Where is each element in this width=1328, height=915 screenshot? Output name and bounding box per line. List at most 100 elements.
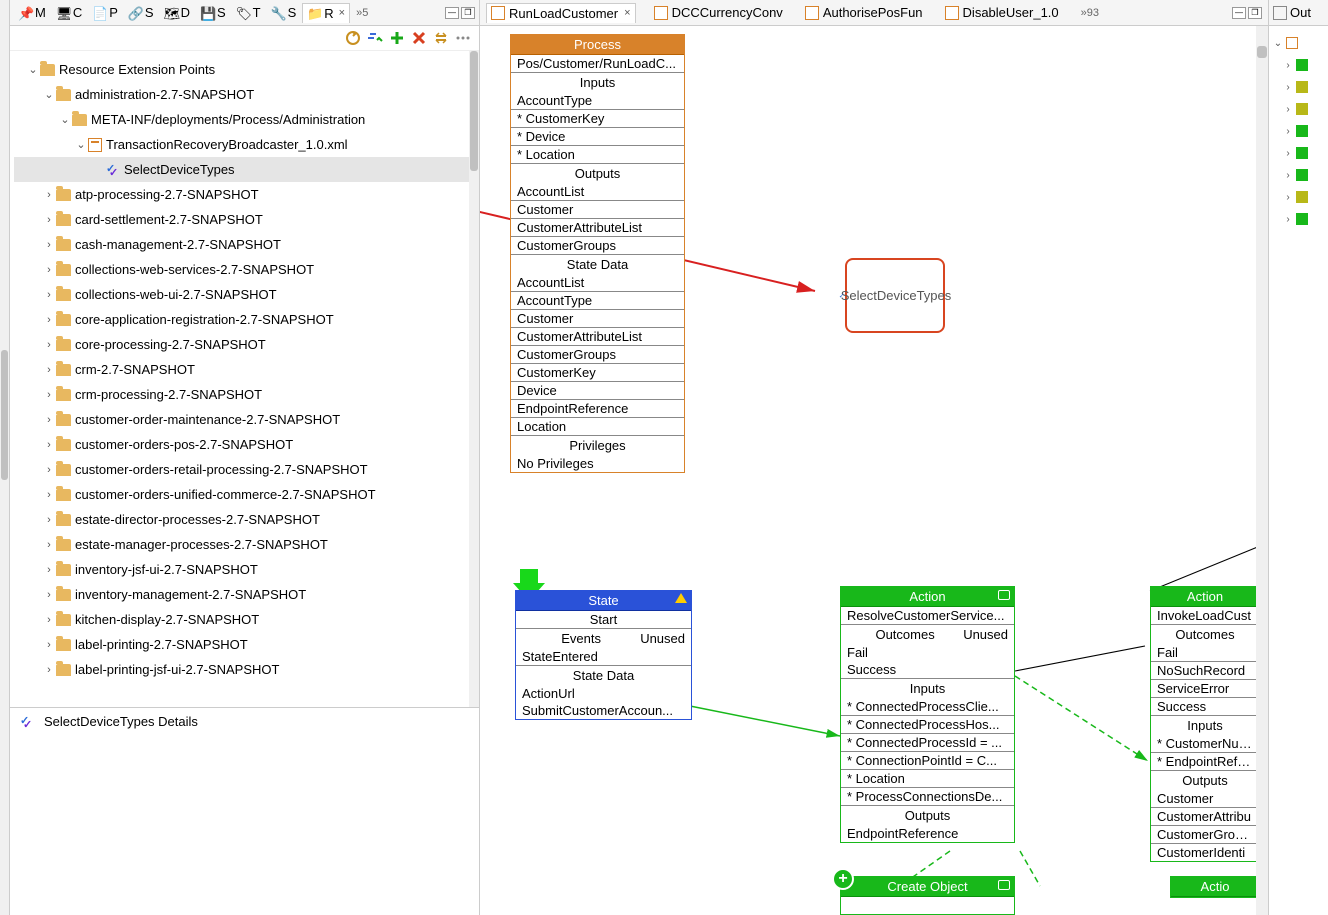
tab-overflow[interactable]: »5 [352, 7, 368, 19]
tree-admin[interactable]: ⌄administration-2.7-SNAPSHOT [14, 82, 475, 107]
minimize-button[interactable]: — [1232, 7, 1246, 19]
action-node-partial[interactable]: Actio [1170, 876, 1260, 898]
outline-item[interactable]: › [1273, 76, 1324, 98]
action-node-invoke[interactable]: Action InvokeLoadCust Outcomes FailNoSuc… [1150, 586, 1260, 862]
tree-folder[interactable]: ›crm-2.7-SNAPSHOT [14, 357, 475, 382]
tab-d[interactable]: 🗺D [160, 3, 194, 22]
action-node-resolve[interactable]: Action ResolveCustomerService... Outcome… [840, 586, 1015, 843]
tree-folder[interactable]: ›core-processing-2.7-SNAPSHOT [14, 332, 475, 357]
outline-item[interactable]: › [1273, 98, 1324, 120]
expander-icon[interactable]: › [42, 189, 56, 201]
tab-close[interactable]: × [339, 7, 345, 19]
editor-tab-dcccurrency[interactable]: DCCCurrencyConv [650, 3, 787, 22]
expander-icon[interactable]: › [42, 539, 56, 551]
tab-c[interactable]: 🖥C [52, 3, 86, 22]
tab-t[interactable]: 🏷T [232, 3, 265, 22]
tree-folder[interactable]: ›label-printing-2.7-SNAPSHOT [14, 632, 475, 657]
expander-icon[interactable]: › [42, 264, 56, 276]
tab-s1[interactable]: 🔗S [124, 3, 158, 22]
outline-tree[interactable]: ⌄ › › › › › › › › [1269, 26, 1328, 236]
tree-folder[interactable]: ›customer-orders-retail-processing-2.7-S… [14, 457, 475, 482]
tree-folder[interactable]: ›atp-processing-2.7-SNAPSHOT [14, 182, 475, 207]
tree-folder[interactable]: ›card-settlement-2.7-SNAPSHOT [14, 207, 475, 232]
tree-folder[interactable]: ›inventory-management-2.7-SNAPSHOT [14, 582, 475, 607]
expander-icon[interactable]: ⌄ [74, 138, 88, 151]
tree-root[interactable]: ⌄Resource Extension Points [14, 57, 475, 82]
tree-folder[interactable]: ›label-printing-jsf-ui-2.7-SNAPSHOT [14, 657, 475, 682]
minimize-button[interactable]: — [445, 7, 459, 19]
tree-meta[interactable]: ⌄META-INF/deployments/Process/Administra… [14, 107, 475, 132]
tree-folder[interactable]: ›estate-director-processes-2.7-SNAPSHOT [14, 507, 475, 532]
outline-item[interactable]: › [1273, 120, 1324, 142]
outline-item[interactable]: › [1273, 186, 1324, 208]
resource-tree[interactable]: ⌄Resource Extension Points ⌄administrati… [10, 51, 479, 707]
expander-icon[interactable]: › [42, 339, 56, 351]
outline-item[interactable]: ⌄ [1273, 32, 1324, 54]
tree-folder[interactable]: ›core-application-registration-2.7-SNAPS… [14, 307, 475, 332]
outline-item[interactable]: › [1273, 142, 1324, 164]
tab-s3[interactable]: 🔧S [267, 3, 301, 22]
expander-icon[interactable]: ⌄ [26, 63, 40, 76]
expander-icon[interactable]: ⌄ [58, 113, 72, 126]
tree-folder[interactable]: ›crm-processing-2.7-SNAPSHOT [14, 382, 475, 407]
drop-target[interactable]: SelectDeviceTypes [845, 258, 945, 333]
expander-icon[interactable]: › [42, 589, 56, 601]
editor-tab-overflow[interactable]: »93 [1077, 7, 1099, 19]
collapse-icon[interactable] [433, 30, 449, 46]
expander-icon[interactable]: › [42, 614, 56, 626]
expander-icon[interactable]: › [42, 389, 56, 401]
expander-icon[interactable]: › [42, 289, 56, 301]
tab-close[interactable]: × [624, 7, 630, 19]
editor-tab-disableuser[interactable]: DisableUser_1.0 [941, 3, 1063, 22]
expander-icon[interactable]: › [42, 364, 56, 376]
outline-tab[interactable]: Out [1269, 0, 1328, 26]
tree-folder[interactable]: ›cash-management-2.7-SNAPSHOT [14, 232, 475, 257]
expander-icon[interactable]: › [42, 314, 56, 326]
expander-icon[interactable]: › [42, 639, 56, 651]
scrollbar-thumb[interactable] [470, 51, 478, 171]
expander-icon[interactable]: › [42, 489, 56, 501]
restore-button[interactable]: ❐ [461, 7, 475, 19]
expander-icon[interactable]: › [42, 564, 56, 576]
tree-scrollbar[interactable] [469, 51, 479, 707]
expander-icon[interactable]: › [42, 414, 56, 426]
process-diagram[interactable]: Process Pos/Customer/RunLoadC... Inputs … [480, 26, 1268, 915]
outline-item[interactable]: › [1273, 164, 1324, 186]
tree-folder[interactable]: ›estate-manager-processes-2.7-SNAPSHOT [14, 532, 475, 557]
tab-r-active[interactable]: 📁R× [302, 3, 350, 23]
tree-xml[interactable]: ⌄TransactionRecoveryBroadcaster_1.0.xml [14, 132, 475, 157]
create-object-node[interactable]: Create Object [840, 876, 1015, 915]
filter-icon[interactable] [367, 30, 383, 46]
tree-folder[interactable]: ›inventory-jsf-ui-2.7-SNAPSHOT [14, 557, 475, 582]
tree-folder[interactable]: ›kitchen-display-2.7-SNAPSHOT [14, 607, 475, 632]
expander-icon[interactable]: › [42, 664, 56, 676]
scrollbar-thumb[interactable] [1, 350, 8, 480]
tree-folder[interactable]: ›customer-order-maintenance-2.7-SNAPSHOT [14, 407, 475, 432]
expander-icon[interactable]: › [42, 239, 56, 251]
menu-icon[interactable] [455, 30, 471, 46]
tree-folder[interactable]: ›collections-web-services-2.7-SNAPSHOT [14, 257, 475, 282]
outline-item[interactable]: › [1273, 208, 1324, 230]
editor-tab-runloadcustomer[interactable]: RunLoadCustomer× [486, 3, 636, 23]
expander-icon[interactable]: › [42, 464, 56, 476]
restore-button[interactable]: ❐ [1248, 7, 1262, 19]
delete-icon[interactable] [411, 30, 427, 46]
expander-icon[interactable]: › [42, 214, 56, 226]
expander-icon[interactable]: › [42, 439, 56, 451]
add-icon[interactable] [389, 30, 405, 46]
tab-p[interactable]: 📄P [88, 3, 122, 22]
window-scrollbar[interactable] [0, 0, 10, 915]
expander-icon[interactable]: › [42, 514, 56, 526]
process-node[interactable]: Process Pos/Customer/RunLoadC... Inputs … [510, 34, 685, 473]
expander-icon[interactable]: ⌄ [42, 88, 56, 101]
tree-folder[interactable]: ›customer-orders-unified-commerce-2.7-SN… [14, 482, 475, 507]
editor-tab-authorise[interactable]: AuthorisePosFun [801, 3, 927, 22]
canvas-scrollbar[interactable] [1256, 26, 1268, 915]
state-node[interactable]: State Start EventsUnused StateEntered St… [515, 590, 692, 720]
outline-item[interactable]: › [1273, 54, 1324, 76]
tree-folder[interactable]: ›collections-web-ui-2.7-SNAPSHOT [14, 282, 475, 307]
tab-m[interactable]: 📌M [14, 3, 50, 22]
tab-s2[interactable]: 💾S [196, 3, 230, 22]
tree-folder[interactable]: ›customer-orders-pos-2.7-SNAPSHOT [14, 432, 475, 457]
scrollbar-thumb[interactable] [1257, 46, 1267, 58]
